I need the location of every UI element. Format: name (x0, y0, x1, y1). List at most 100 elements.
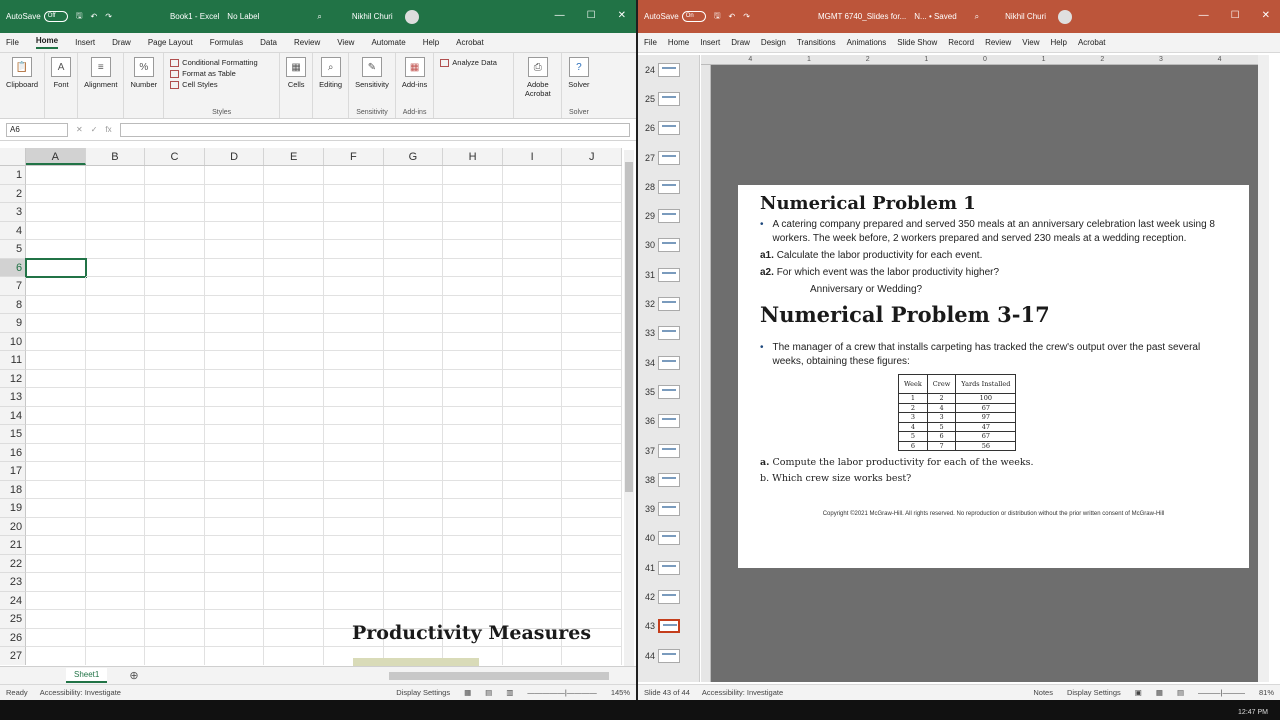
cell[interactable] (443, 221, 503, 240)
cell[interactable] (26, 480, 86, 499)
cell[interactable] (443, 203, 503, 222)
save-icon[interactable]: 🖫 (76, 10, 83, 24)
cell[interactable] (502, 554, 563, 573)
cell[interactable] (145, 517, 205, 536)
cell[interactable] (204, 166, 265, 185)
cell[interactable] (562, 221, 622, 240)
cell[interactable] (562, 425, 622, 444)
cell[interactable] (562, 184, 622, 203)
cell[interactable] (562, 480, 622, 499)
clipboard-button[interactable]: 📋 Clipboard (0, 53, 46, 118)
cell[interactable] (145, 480, 205, 499)
row-header[interactable]: 24 (0, 591, 27, 610)
column-header[interactable]: D (205, 148, 265, 165)
cell[interactable] (204, 517, 265, 536)
cell[interactable] (145, 443, 205, 462)
cell[interactable] (264, 406, 325, 425)
ppt-menu-help[interactable]: Help (1051, 38, 1067, 47)
row-header[interactable]: 16 (0, 443, 27, 462)
cell[interactable] (562, 351, 622, 370)
ppt-menu-draw[interactable]: Draw (731, 38, 750, 47)
select-all-corner[interactable] (0, 148, 26, 165)
user-name[interactable]: Nikhil Churi (352, 12, 393, 21)
cell[interactable] (562, 332, 622, 351)
cell[interactable] (85, 184, 146, 203)
cell[interactable] (443, 369, 503, 388)
cell[interactable] (264, 499, 325, 518)
cell[interactable] (85, 166, 146, 185)
row-header[interactable]: 27 (0, 647, 27, 665)
ppt-menu-file[interactable]: File (644, 38, 657, 47)
cell[interactable] (383, 258, 444, 277)
ppt-maximize-icon[interactable]: ☐ (1231, 10, 1240, 21)
cell[interactable] (324, 203, 384, 222)
slide-thumbnail[interactable]: 34 (638, 348, 699, 377)
cell[interactable] (85, 647, 146, 665)
menu-acrobat[interactable]: Acrobat (456, 38, 484, 47)
ppt-minimize-icon[interactable]: — (1199, 10, 1209, 21)
cell[interactable] (204, 406, 265, 425)
cell[interactable] (85, 240, 146, 259)
cell[interactable] (26, 203, 86, 222)
sheet-tab[interactable]: Sheet1 (66, 668, 108, 683)
cell[interactable] (85, 406, 146, 425)
cell[interactable] (204, 332, 265, 351)
cell[interactable] (85, 277, 146, 296)
editing-button[interactable]: ⌕ Editing (313, 53, 350, 118)
cell[interactable] (502, 203, 563, 222)
cell[interactable] (324, 369, 384, 388)
cell[interactable] (562, 517, 622, 536)
notes-button[interactable]: Notes (1033, 688, 1053, 697)
cell[interactable] (264, 295, 325, 314)
cell[interactable] (26, 314, 86, 333)
cell[interactable] (26, 332, 86, 351)
cell[interactable] (324, 406, 384, 425)
slide-thumbnail[interactable]: 40 (638, 524, 699, 553)
avatar[interactable] (404, 9, 419, 24)
autosave-toggle[interactable]: AutoSave Off (6, 11, 68, 22)
cell[interactable] (383, 295, 444, 314)
column-header[interactable]: J (562, 148, 622, 165)
cell[interactable] (562, 369, 622, 388)
slide-thumbnail[interactable]: 35 (638, 377, 699, 406)
cell[interactable] (502, 221, 563, 240)
slide-thumbnail[interactable]: 33 (638, 319, 699, 348)
cell[interactable] (383, 480, 444, 499)
cell[interactable] (145, 554, 205, 573)
cell[interactable] (562, 295, 622, 314)
ppt-undo-icon[interactable]: ↶ (729, 12, 736, 21)
cell[interactable] (26, 184, 86, 203)
cell[interactable] (443, 388, 503, 407)
cell[interactable] (443, 443, 503, 462)
row-header[interactable]: 25 (0, 610, 27, 629)
cell[interactable] (145, 591, 205, 610)
cell[interactable] (324, 240, 384, 259)
slide-thumbnail[interactable]: 24 (638, 55, 699, 84)
ppt-saved-status[interactable]: N... • Saved (914, 12, 956, 21)
cell[interactable] (145, 314, 205, 333)
cell[interactable] (204, 184, 265, 203)
cell[interactable] (264, 536, 325, 555)
ppt-menu-insert[interactable]: Insert (700, 38, 720, 47)
cell[interactable] (85, 332, 146, 351)
cell[interactable] (85, 425, 146, 444)
cell[interactable] (204, 647, 265, 665)
row-header[interactable]: 4 (0, 221, 27, 240)
ppt-menu-view[interactable]: View (1022, 38, 1039, 47)
slide-thumbnail[interactable]: 43 (638, 612, 699, 641)
cell[interactable] (383, 536, 444, 555)
cell[interactable] (85, 351, 146, 370)
row-header[interactable]: 8 (0, 295, 27, 314)
sensitivity-button[interactable]: ✎ Sensitivity Sensitivity (349, 53, 396, 118)
cell[interactable] (145, 369, 205, 388)
row-header[interactable]: 3 (0, 203, 27, 222)
slide-thumbnail[interactable]: 38 (638, 465, 699, 494)
ppt-autosave-toggle[interactable]: AutoSave On (644, 11, 706, 22)
cell[interactable] (443, 314, 503, 333)
ppt-menu-transitions[interactable]: Transitions (797, 38, 836, 47)
slide-thumbnail[interactable]: 26 (638, 114, 699, 143)
cell[interactable] (26, 277, 86, 296)
cell[interactable] (26, 536, 86, 555)
ppt-user-name[interactable]: Nikhil Churi (1005, 12, 1046, 21)
cell[interactable] (264, 628, 325, 647)
